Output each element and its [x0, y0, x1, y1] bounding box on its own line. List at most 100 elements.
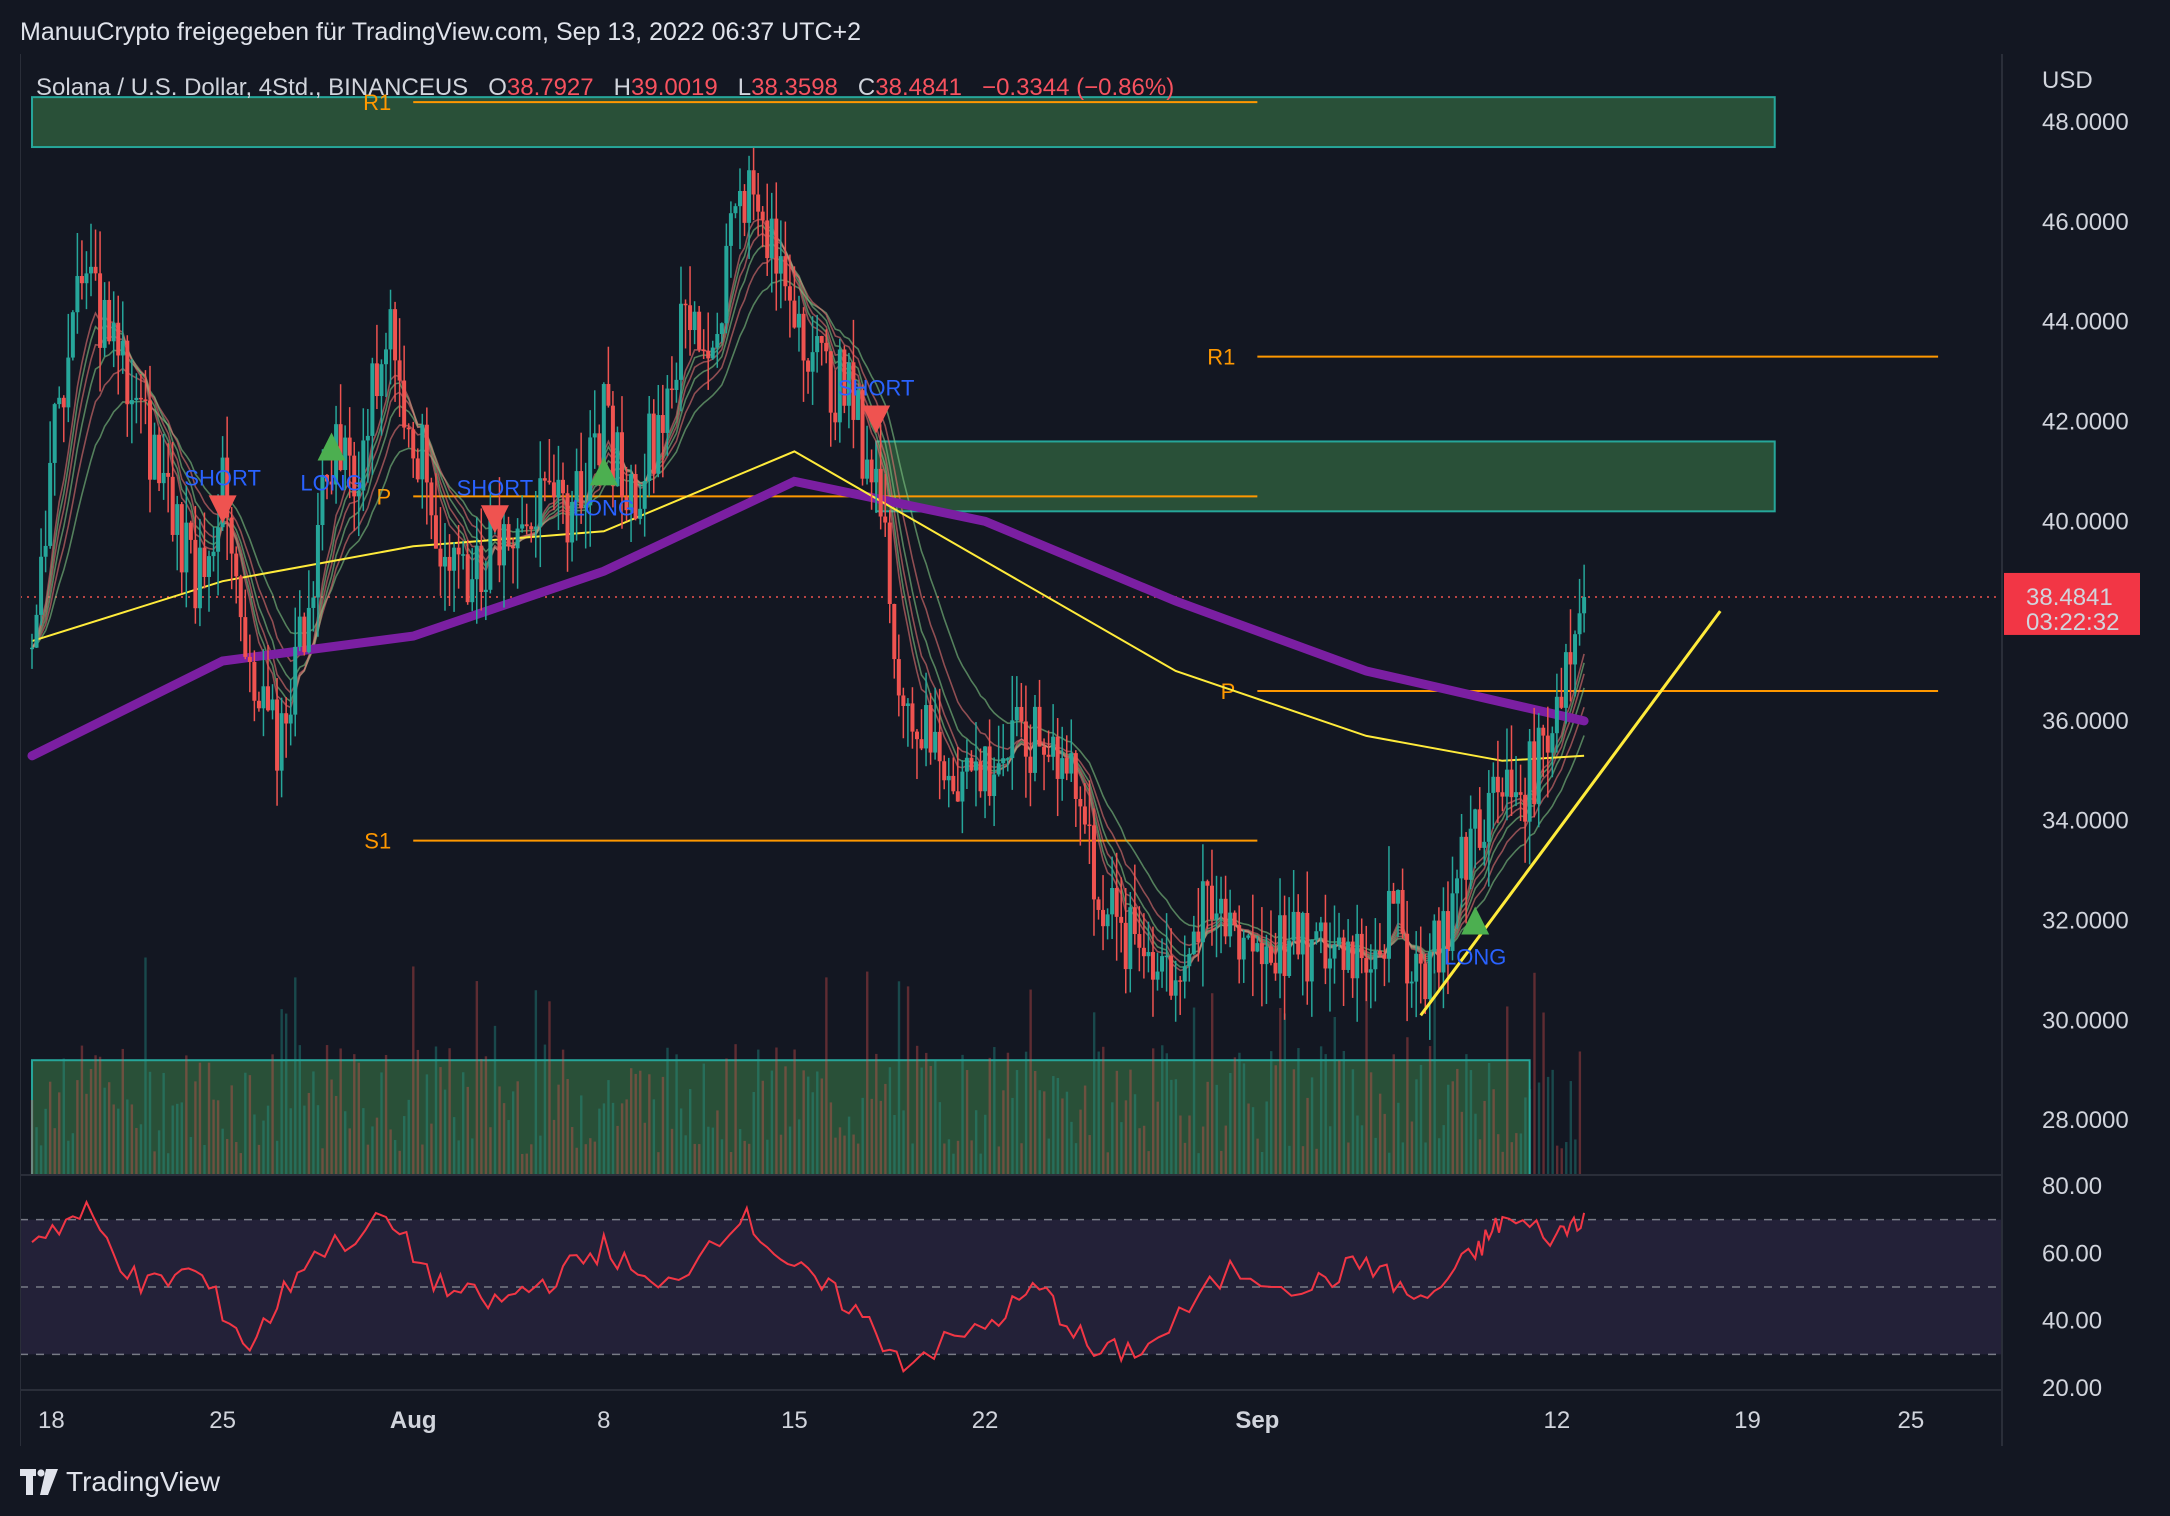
candle	[1582, 596, 1587, 614]
candle	[715, 334, 720, 348]
candle	[488, 520, 493, 590]
candle	[978, 761, 983, 792]
volume-bar	[584, 1144, 587, 1174]
candle	[896, 659, 901, 696]
volume-bar	[189, 1137, 193, 1174]
share-info: ManuuCrypto freigegeben für TradingView.…	[20, 18, 862, 46]
volume-bar	[280, 1009, 283, 1174]
candle	[551, 482, 556, 498]
candle	[1554, 696, 1559, 734]
bar-countdown: 03:22:32	[2026, 609, 2119, 636]
candle	[438, 548, 443, 567]
volume-bar	[1074, 1143, 1078, 1174]
volume-bar	[1565, 1142, 1568, 1174]
candle	[960, 771, 965, 802]
volume-bar	[1215, 1084, 1218, 1174]
candle	[1091, 825, 1096, 900]
candle	[452, 547, 457, 571]
volume-bar	[185, 1055, 188, 1174]
volume-bar	[525, 1153, 528, 1174]
candle	[442, 556, 447, 567]
candle	[955, 791, 960, 802]
volume-bar	[1174, 1079, 1178, 1174]
candle	[619, 432, 624, 497]
volume-bar	[1038, 1090, 1041, 1174]
candle	[120, 340, 125, 356]
volume-bar	[607, 1080, 610, 1174]
volume-bar	[870, 1098, 873, 1174]
candle	[424, 424, 429, 483]
candle	[1391, 890, 1396, 904]
volume-bar	[103, 1087, 106, 1174]
volume-bar	[166, 1153, 170, 1174]
volume-bar	[602, 1103, 606, 1174]
candle	[1382, 954, 1387, 959]
volume-bar	[1233, 1057, 1237, 1174]
candle	[1377, 950, 1382, 955]
volume-bar	[893, 1114, 896, 1174]
candle	[161, 472, 166, 484]
candle	[1264, 946, 1269, 965]
volume-bar	[1083, 1085, 1087, 1174]
volume-bar	[1410, 1121, 1414, 1174]
volume-bar	[148, 1071, 152, 1174]
candle	[61, 397, 66, 408]
candle	[1187, 953, 1192, 967]
candle	[147, 400, 152, 480]
candle	[48, 462, 53, 546]
candle	[660, 415, 665, 433]
volume-bar	[970, 1140, 973, 1174]
price-tick: 46.0000	[2042, 209, 2129, 236]
candle	[678, 303, 683, 380]
time-tick: 25	[1898, 1407, 1925, 1434]
tradingview-logo[interactable]: TradingView	[20, 1466, 220, 1498]
volume-bar	[679, 1108, 683, 1174]
volume-bar	[652, 1099, 656, 1174]
price-chart[interactable]: R1PPS1R1SHORT LONG SHORTLONGSHORTLONGUSD48…	[20, 54, 2170, 1446]
volume-bar	[262, 1120, 265, 1174]
volume-bar	[312, 1071, 315, 1174]
candle	[1064, 758, 1069, 774]
candle	[216, 527, 221, 552]
volume-bar	[126, 1099, 129, 1174]
candle	[828, 351, 833, 413]
volume-bar	[757, 1049, 760, 1174]
candle	[1019, 706, 1024, 722]
candle	[1114, 888, 1119, 917]
volume-bar	[1292, 1069, 1296, 1174]
volume-bar	[448, 1048, 451, 1174]
candle	[914, 731, 919, 740]
candle	[166, 472, 171, 477]
volume-bar	[1247, 1103, 1250, 1174]
candle	[683, 303, 688, 306]
volume-bar	[1555, 1145, 1559, 1174]
volume-bar	[1020, 1143, 1023, 1174]
price-tick: 48.0000	[2042, 109, 2129, 136]
volume-bar	[157, 1130, 161, 1174]
volume-bar	[548, 1001, 551, 1174]
volume-bar	[1192, 1007, 1196, 1174]
candle	[374, 363, 379, 397]
candle	[1314, 931, 1319, 940]
volume-bar	[207, 1062, 211, 1174]
candle	[769, 218, 774, 259]
volume-bar	[244, 1072, 247, 1174]
volume-bar	[121, 1048, 124, 1174]
volume-bar	[1033, 1071, 1037, 1174]
volume-bar	[738, 1129, 742, 1174]
volume-bar	[1374, 1137, 1377, 1174]
time-tick: 19	[1734, 1407, 1761, 1434]
candle	[1046, 754, 1051, 757]
time-tick: 18	[38, 1407, 65, 1434]
volume-bar	[1537, 1082, 1541, 1174]
volume-bar	[1043, 1091, 1046, 1174]
volume-bar	[657, 1152, 660, 1174]
candle	[942, 761, 947, 781]
candle	[456, 547, 461, 555]
footer	[0, 1446, 2170, 1516]
volume-bar	[471, 1138, 474, 1174]
candle	[1028, 756, 1033, 773]
candle	[447, 556, 452, 571]
candle	[1423, 963, 1428, 1000]
chart-frame[interactable]: R1 P P S1 R1 SHORT LONG SHORT LONG SHORT LONG USD 48…	[20, 54, 2170, 1446]
